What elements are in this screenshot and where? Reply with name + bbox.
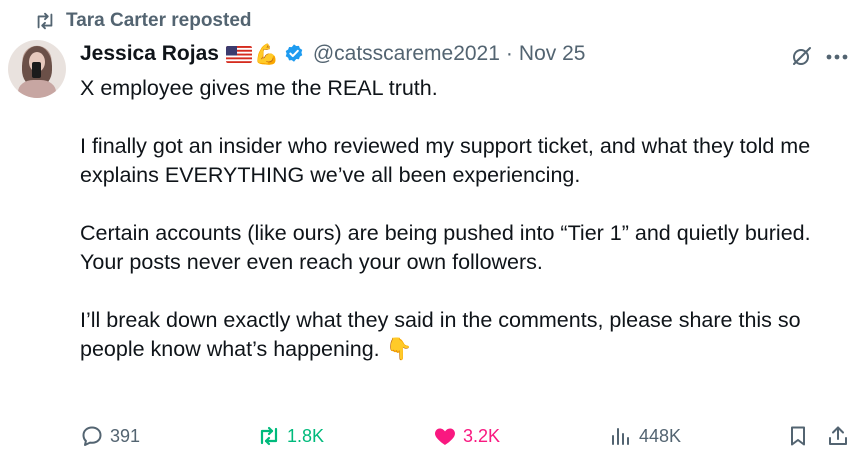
repost-icon	[37, 12, 53, 30]
reply-count: 391	[110, 425, 141, 446]
share-button[interactable]	[826, 422, 850, 450]
tweet-date[interactable]: Nov 25	[519, 42, 586, 66]
repost-label: Tara Carter reposted	[66, 10, 252, 31]
tweet-paragraph: Your posts never even reach your own fol…	[80, 250, 543, 274]
like-count: 3.2K	[463, 425, 501, 446]
tweet-paragraph: I’ll break down exactly what they said i…	[80, 308, 801, 361]
heart-icon	[435, 428, 455, 445]
bookmark-button[interactable]	[786, 422, 810, 450]
muscle-emoji: 💪	[253, 43, 279, 66]
analytics-icon	[612, 428, 629, 445]
repost-icon	[260, 426, 278, 446]
like-button[interactable]: 3.2K	[433, 422, 500, 450]
us-flag-icon	[225, 45, 252, 63]
repost-button[interactable]: 1.8K	[257, 422, 324, 450]
bookmark-icon	[791, 426, 805, 446]
repost-indicator[interactable]: Tara Carter reposted	[34, 8, 252, 34]
tweet-paragraph: I finally got an insider who reviewed my…	[80, 134, 811, 187]
tweet-text: X employee gives me the REAL truth. I fi…	[80, 74, 850, 364]
reply-icon	[82, 426, 102, 446]
separator-dot: ·	[505, 42, 513, 65]
reply-button[interactable]: 391	[80, 422, 140, 450]
repost-count: 1.8K	[287, 425, 325, 446]
tweet-header: Jessica Rojas 💪 @catsscareme2021 · Nov 2…	[80, 38, 585, 70]
more-options-icon[interactable]	[824, 50, 850, 64]
author-handle[interactable]: @catsscareme2021	[313, 42, 500, 66]
avatar[interactable]	[8, 40, 66, 98]
views-button[interactable]: 448K	[609, 422, 681, 450]
verified-badge-icon[interactable]	[283, 43, 305, 65]
author-name[interactable]: Jessica Rojas	[80, 42, 219, 66]
views-count: 448K	[639, 425, 682, 446]
grok-icon[interactable]	[790, 44, 814, 68]
share-icon	[829, 426, 847, 445]
action-bar: 391 1.8K 3.2K 448K	[0, 418, 863, 454]
tweet-paragraph: X employee gives me the REAL truth.	[80, 76, 438, 100]
tweet-paragraph: Certain accounts (like ours) are being p…	[80, 221, 811, 245]
